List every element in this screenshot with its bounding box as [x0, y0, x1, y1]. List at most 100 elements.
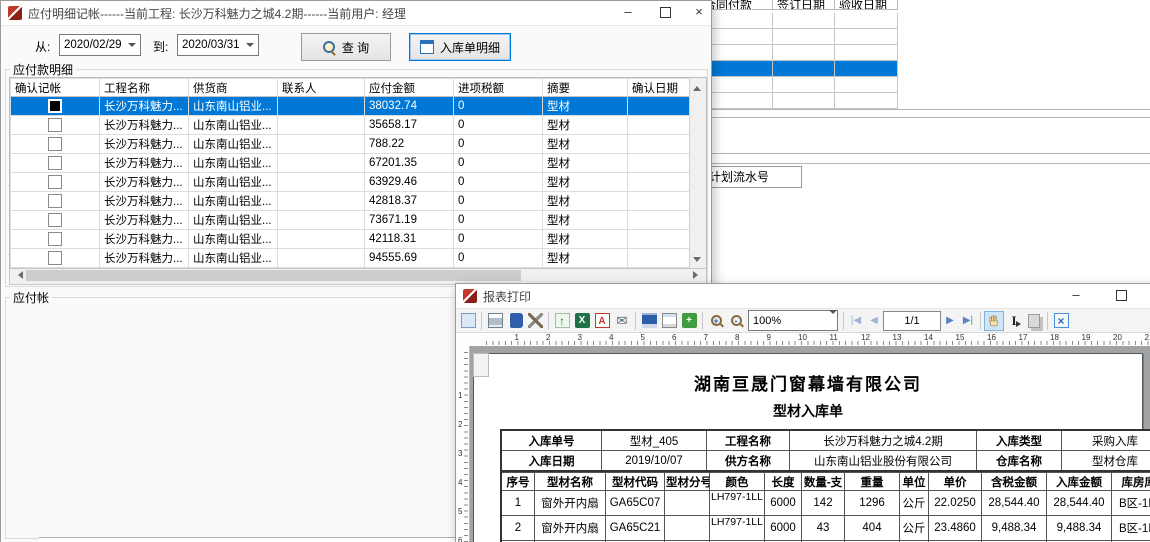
contract-grid-row[interactable]: [700, 93, 898, 109]
payable-table: 确认记帐工程名称供货商联系人应付金额进项税额摘要确认日期入库 长沙万科魅力...…: [9, 77, 690, 269]
mail-button[interactable]: ✉: [612, 311, 632, 331]
payable-table-row[interactable]: 长沙万科魅力...山东南山铝业... 73671.190型材 266: [11, 211, 691, 230]
zoom-in-button[interactable]: +: [706, 311, 726, 331]
maximize-button[interactable]: [1106, 284, 1136, 307]
zoom-in-icon: +: [711, 315, 722, 326]
chevron-down-icon[interactable]: [124, 35, 140, 55]
ruler-number: 6: [672, 333, 676, 342]
copy-icon: [1028, 314, 1040, 328]
page-number-box[interactable]: 1/1: [883, 311, 941, 331]
payable-table-row[interactable]: 长沙万科魅力...山东南山铝业... 35658.170型材 376: [11, 116, 691, 135]
inbound-detail-button[interactable]: 入库单明细: [409, 33, 511, 61]
payable-cell: [628, 249, 691, 268]
payable-table-row[interactable]: 长沙万科魅力...山东南山铝业... 63929.460型材 276: [11, 173, 691, 192]
first-page-button[interactable]: |◀: [847, 312, 865, 330]
report-preview-area[interactable]: 123456 湖南亘晟门窗幕墙有限公司 型材入库单 入库单号型材_405工程名称…: [456, 346, 1150, 542]
ruler-number: 8: [735, 333, 739, 342]
scroll-right-icon[interactable]: [693, 271, 702, 279]
confirm-checkbox[interactable]: [48, 118, 62, 132]
open-report-button[interactable]: [659, 311, 679, 331]
confirm-checkbox[interactable]: [48, 194, 62, 208]
payable-cell: 山东南山铝业...: [189, 211, 278, 230]
from-date-combo[interactable]: 2020/02/29: [59, 34, 141, 56]
payable-col-header-4[interactable]: 应付金额: [365, 79, 454, 97]
tools-button[interactable]: [525, 311, 545, 331]
ruler-number: 14: [924, 333, 933, 342]
to-date-combo[interactable]: 2020/03/31: [177, 34, 259, 56]
contract-grid-row[interactable]: [700, 13, 898, 29]
payable-col-header-2[interactable]: 供货商: [189, 79, 278, 97]
confirm-cell: [11, 230, 100, 249]
payable-table-row[interactable]: 长沙万科魅力...山东南山铝业... 42818.370型材 275: [11, 192, 691, 211]
page-setup-button[interactable]: [458, 311, 478, 331]
minimize-button[interactable]: –: [613, 1, 643, 24]
previous-page-button[interactable]: ◀: [865, 312, 883, 330]
confirm-checkbox[interactable]: [48, 213, 62, 227]
report-info-label: 入库类型: [977, 430, 1062, 451]
contract-grid-cell: [773, 77, 835, 93]
excel-export-button[interactable]: X: [572, 311, 592, 331]
report-info-label: 入库单号: [501, 430, 602, 451]
chevron-down-icon[interactable]: [829, 314, 837, 328]
report-cell: 22.0250: [929, 491, 982, 516]
close-preview-button[interactable]: ×: [1051, 311, 1071, 331]
scrollbar-thumb[interactable]: [26, 270, 521, 281]
confirm-checkbox[interactable]: [48, 156, 62, 170]
payable-table-row[interactable]: 长沙万科魅力...山东南山铝业... 42118.310型材 265: [11, 230, 691, 249]
payable-col-header-7[interactable]: 确认日期: [628, 79, 691, 97]
payable-col-header-0[interactable]: 确认记帐: [11, 79, 100, 97]
payable-cell: 山东南山铝业...: [189, 192, 278, 211]
zoom-level-combo[interactable]: 100%: [748, 310, 838, 331]
scroll-left-icon[interactable]: [14, 271, 23, 279]
report-cell: 6000: [765, 516, 802, 541]
text-select-button[interactable]: I: [1004, 311, 1024, 331]
contract-grid-row[interactable]: [700, 29, 898, 45]
report-cell: GA65C21: [606, 516, 665, 541]
ruler-number: 12: [861, 333, 870, 342]
chevron-down-icon[interactable]: [242, 35, 258, 55]
payable-table-row[interactable]: 长沙万科魅力...山东南山铝业... 788.220型材 358: [11, 135, 691, 154]
next-page-button[interactable]: ▶: [941, 312, 959, 330]
payable-col-header-1[interactable]: 工程名称: [100, 79, 189, 97]
payable-cell: 型材: [543, 116, 628, 135]
contract-grid-row[interactable]: [700, 45, 898, 61]
payable-table-row[interactable]: 长沙万科魅力...山东南山铝业... 94555.690型材 251: [11, 249, 691, 268]
contract-grid-row[interactable]: [700, 77, 898, 93]
minimize-button[interactable]: –: [1061, 284, 1091, 307]
zoom-out-button[interactable]: -: [726, 311, 746, 331]
payable-col-header-3[interactable]: 联系人: [278, 79, 365, 97]
report-col-header-8: 单位: [900, 473, 929, 491]
add-button[interactable]: +: [679, 311, 699, 331]
hand-tool-button[interactable]: [984, 311, 1004, 331]
vertical-scrollbar[interactable]: [689, 77, 707, 270]
confirm-checkbox[interactable]: [48, 175, 62, 189]
confirm-checkbox[interactable]: [48, 232, 62, 246]
report-info-label: 仓库名称: [977, 451, 1062, 472]
copy-pages-button[interactable]: [1024, 311, 1044, 331]
report-cell: LH797-1LL: [710, 516, 765, 541]
save-button[interactable]: [639, 311, 659, 331]
payable-col-header-5[interactable]: 进项税额: [454, 79, 543, 97]
window2-titlebar[interactable]: 报表打印 – ×: [456, 284, 1150, 309]
last-page-button[interactable]: ▶|: [959, 312, 977, 330]
scroll-up-icon[interactable]: [691, 79, 703, 93]
confirm-checkbox[interactable]: [48, 99, 62, 113]
contract-grid-row[interactable]: [700, 61, 898, 77]
close-button[interactable]: ×: [687, 1, 711, 24]
payable-table-row[interactable]: 长沙万科魅力...山东南山铝业... 38032.740型材 405: [11, 97, 691, 116]
report-company-title: 湖南亘晟门窗幕墙有限公司: [474, 370, 1142, 395]
payable-table-row[interactable]: 长沙万科魅力...山东南山铝业... 67201.350型材 283: [11, 154, 691, 173]
payable-col-header-6[interactable]: 摘要: [543, 79, 628, 97]
scroll-down-icon[interactable]: [691, 254, 703, 268]
export-button[interactable]: ↑: [552, 311, 572, 331]
ruler-number: 18: [1050, 333, 1059, 342]
maximize-button[interactable]: [650, 1, 680, 24]
print-button[interactable]: [485, 311, 505, 331]
query-button[interactable]: 查 询: [301, 33, 391, 61]
pdf-export-button[interactable]: A: [592, 311, 612, 331]
book-button[interactable]: [505, 311, 525, 331]
payable-cell: 长沙万科魅力...: [100, 97, 189, 116]
confirm-checkbox[interactable]: [48, 137, 62, 151]
confirm-checkbox[interactable]: [48, 251, 62, 265]
window1-titlebar[interactable]: 应付明细记帐------当前工程: 长沙万科魅力之城4.2期------当前用户…: [1, 1, 711, 26]
